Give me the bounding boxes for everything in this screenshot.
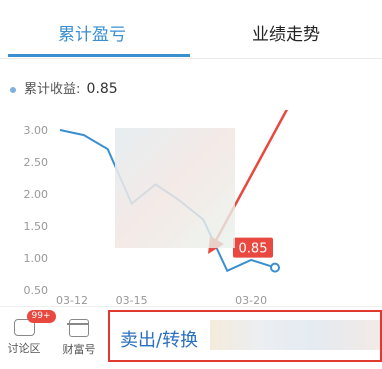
x-tick-label: 03-15 bbox=[116, 294, 148, 306]
tab-bar: 累计盈亏 业绩走势 bbox=[0, 0, 382, 59]
discussion-button[interactable]: 99+ 讨论区 bbox=[0, 313, 48, 365]
legend-label: 累计收益: bbox=[24, 82, 80, 97]
wealth-icon bbox=[69, 319, 89, 337]
x-tick-label: 03-12 bbox=[56, 294, 88, 306]
blurred-overlay bbox=[115, 128, 235, 248]
y-tick-label: 0.50 bbox=[24, 284, 49, 297]
tab-performance-trend[interactable]: 业绩走势 bbox=[252, 20, 320, 45]
wealth-button[interactable]: 财富号 bbox=[55, 313, 103, 365]
y-tick-label: 1.00 bbox=[24, 252, 49, 265]
last-value-label: 0.85 bbox=[239, 242, 268, 257]
y-tick-label: 1.50 bbox=[24, 220, 49, 233]
discussion-label: 讨论区 bbox=[0, 340, 48, 356]
chart-legend: 累计收益: 0.85 bbox=[10, 78, 118, 97]
sell-convert-button[interactable]: 卖出/转换 bbox=[108, 310, 382, 362]
discussion-badge: 99+ bbox=[27, 310, 56, 323]
sell-convert-label: 卖出/转换 bbox=[120, 326, 198, 352]
x-tick-label: 03-20 bbox=[235, 294, 267, 306]
last-point-marker bbox=[271, 264, 279, 272]
tab-cumulative-pnl[interactable]: 累计盈亏 bbox=[58, 20, 126, 45]
legend-dot-icon bbox=[10, 87, 16, 93]
y-tick-label: 2.00 bbox=[24, 188, 49, 201]
y-tick-label: 2.50 bbox=[24, 156, 49, 169]
blurred-region bbox=[210, 320, 380, 350]
wealth-label: 财富号 bbox=[55, 341, 103, 357]
y-tick-label: 3.00 bbox=[24, 124, 49, 137]
chat-bubble-icon: 99+ bbox=[14, 319, 35, 336]
legend-value: 0.85 bbox=[87, 81, 118, 97]
active-tab-indicator bbox=[8, 54, 190, 57]
